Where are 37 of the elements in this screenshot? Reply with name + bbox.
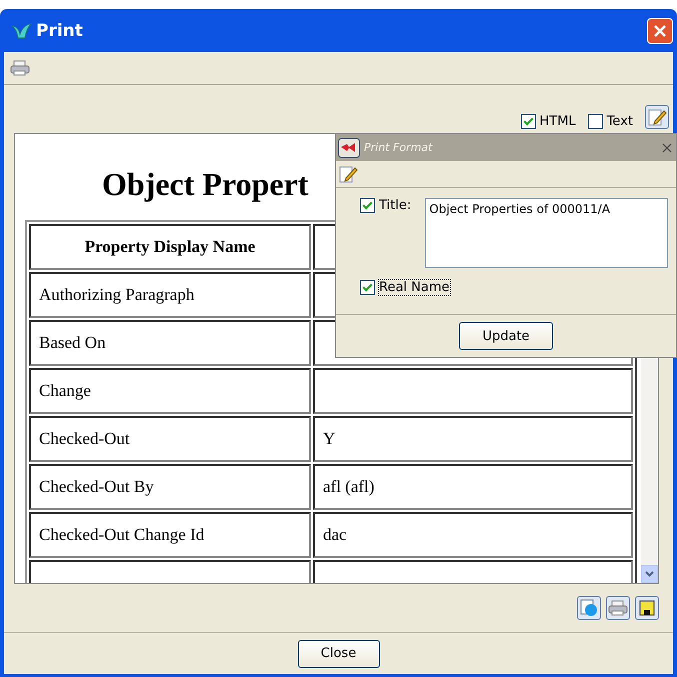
- save-button[interactable]: [635, 596, 659, 620]
- title-field[interactable]: Object Properties of 000011/A: [425, 198, 668, 268]
- printer-icon[interactable]: [608, 600, 628, 616]
- app-icon: [10, 22, 32, 40]
- chevron-down-icon[interactable]: [645, 571, 654, 577]
- option-label: HTML: [540, 114, 576, 129]
- table-cell: Checked-Out Change Id: [29, 512, 311, 558]
- field-label: Real Name: [379, 280, 450, 295]
- table-cell: Y: [313, 416, 633, 462]
- checkbox[interactable]: [360, 280, 375, 295]
- notepad-pencil-icon: [647, 107, 667, 127]
- update-button[interactable]: Update: [459, 322, 553, 350]
- globe-icon: [580, 599, 598, 617]
- table-cell: Checked-Out: [29, 416, 311, 462]
- checkbox[interactable]: [360, 198, 375, 213]
- window-title: Print: [36, 20, 83, 40]
- notepad-pencil-button[interactable]: [645, 105, 669, 129]
- table-cell: Checked-Out By: [29, 464, 311, 510]
- document-title: Object Propert: [102, 165, 308, 204]
- globe-button[interactable]: [577, 596, 601, 620]
- close-icon[interactable]: [662, 142, 672, 152]
- table-header: Property Display Name: [29, 224, 311, 270]
- table-cell: dac: [313, 512, 633, 558]
- checkbox[interactable]: [520, 114, 536, 129]
- table-cell: Based On: [29, 320, 311, 366]
- printer-icon[interactable]: [10, 60, 30, 76]
- panel-title: Print Format: [364, 141, 432, 154]
- notepad-pencil-icon: [338, 164, 358, 184]
- field-label: Title:: [379, 198, 412, 213]
- pin-icon[interactable]: [338, 138, 360, 158]
- checkbox[interactable]: [588, 114, 603, 129]
- close-button[interactable]: Close: [298, 640, 380, 668]
- table-cell: Change: [29, 368, 311, 414]
- table-cell: Authorizing Paragraph: [29, 272, 311, 318]
- print-button[interactable]: [606, 596, 630, 620]
- option-label: Text: [606, 114, 633, 129]
- table-cell: afl (afl): [313, 464, 633, 510]
